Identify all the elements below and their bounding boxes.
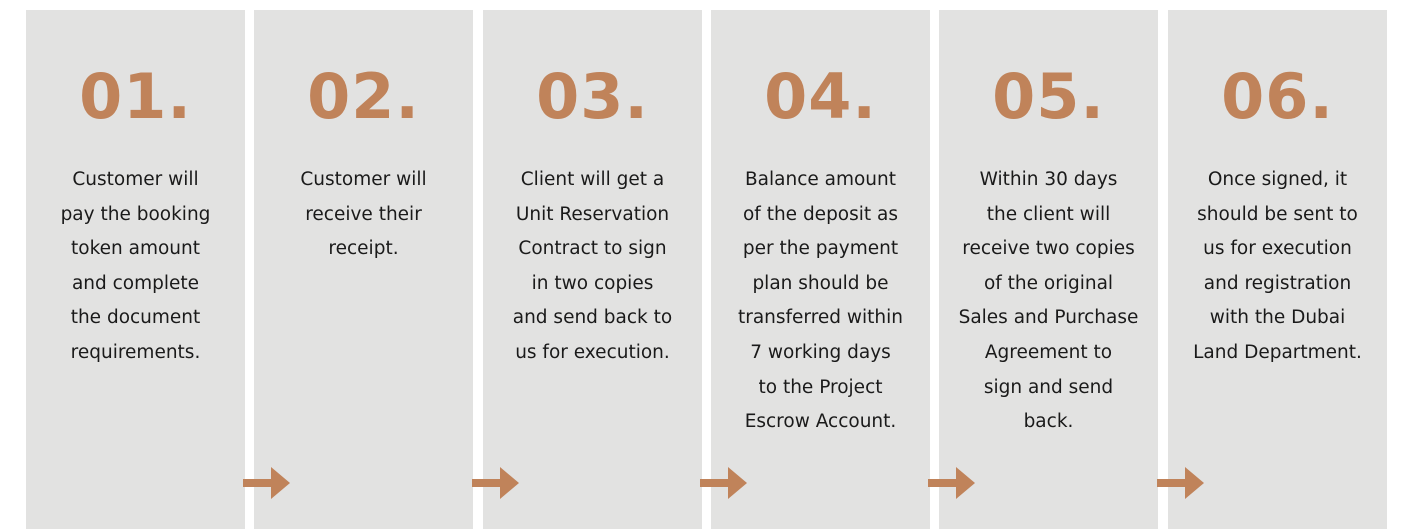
step-card-3: 03. Client will get a Unit Reservation C… [483, 10, 702, 529]
arrow-right-icon [243, 465, 291, 501]
process-steps: 01. Customer will pay the booking token … [0, 0, 1401, 529]
arrow-right-icon [700, 465, 748, 501]
step-number: 03. [536, 60, 649, 133]
step-card-2: 02. Customer will receive their receipt. [254, 10, 473, 529]
step-number: 05. [992, 60, 1105, 133]
step-card-4: 04. Balance amount of the deposit as per… [711, 10, 930, 529]
step-number: 04. [764, 60, 877, 133]
step-card-5: 05. Within 30 days the client will recei… [939, 10, 1158, 529]
step-description: Within 30 days the client will receive t… [958, 169, 1139, 433]
arrow-right-icon [472, 465, 520, 501]
step-description: Once signed, it should be sent to us for… [1193, 169, 1362, 363]
step-description: Balance amount of the deposit as per the… [737, 169, 904, 433]
step-description: Customer will pay the booking token amou… [60, 169, 211, 363]
step-number: 01. [79, 60, 192, 133]
arrow-right-icon [928, 465, 976, 501]
step-card-1: 01. Customer will pay the booking token … [26, 10, 245, 529]
step-card-6: 06. Once signed, it should be sent to us… [1168, 10, 1387, 529]
step-description: Customer will receive their receipt. [300, 169, 427, 260]
step-description: Client will get a Unit Reservation Contr… [512, 169, 673, 363]
arrow-right-icon [1157, 465, 1205, 501]
step-number: 02. [307, 60, 420, 133]
step-number: 06. [1221, 60, 1334, 133]
